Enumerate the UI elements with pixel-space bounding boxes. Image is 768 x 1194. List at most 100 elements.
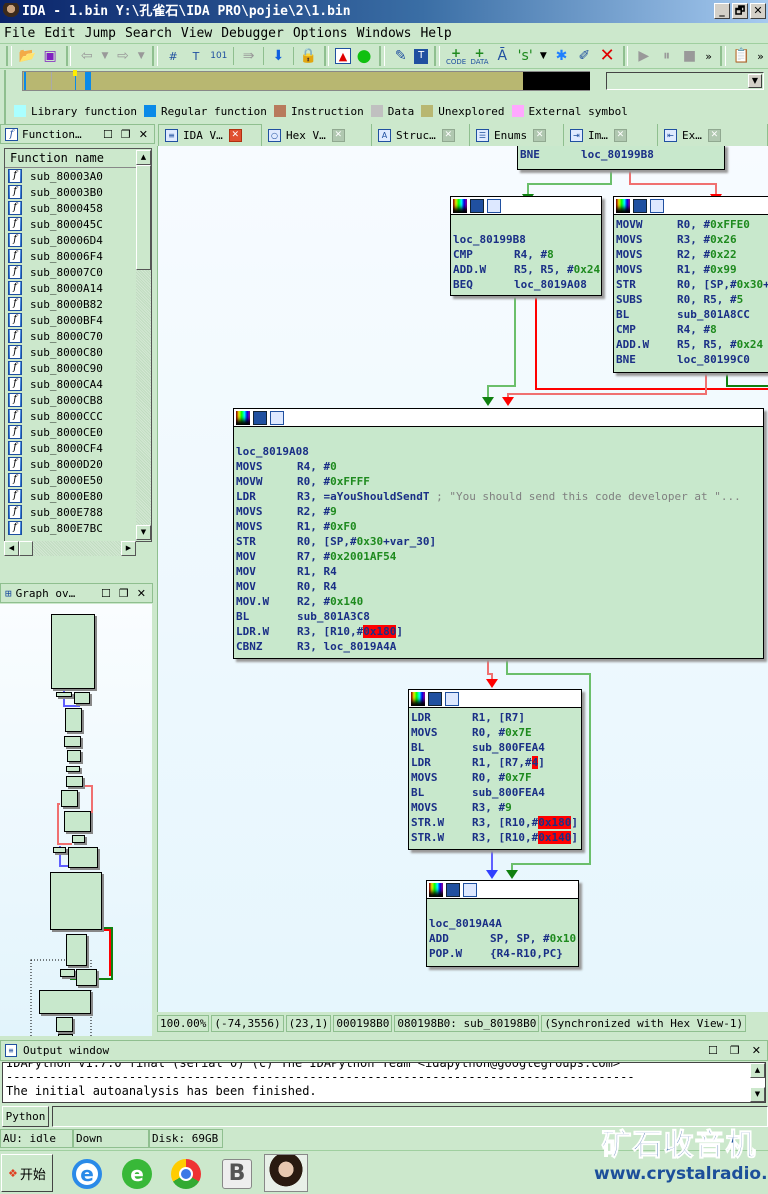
edit-block-icon[interactable] (470, 198, 484, 213)
menu-windows[interactable]: Windows (357, 26, 412, 41)
maximize-icon[interactable]: ☐ (708, 1044, 718, 1057)
function-list-item[interactable]: f sub_80003B0 (5, 184, 151, 200)
function-list-item[interactable]: f sub_8000BF4 (5, 312, 151, 328)
search-text-icon[interactable]: T (187, 46, 206, 66)
instruction-line[interactable]: LDR R3, =aYouShouldSendT ; "You should se… (236, 489, 761, 504)
function-list-item[interactable]: f sub_80006D4 (5, 232, 151, 248)
column-header-function-name[interactable]: Function name (5, 149, 137, 168)
function-list-item[interactable]: f sub_8000CE0 (5, 424, 151, 440)
scroll-down-icon[interactable]: ▼ (136, 525, 151, 540)
palette-icon[interactable] (453, 198, 467, 213)
warning-icon[interactable]: ▲ (335, 48, 351, 64)
group-nodes-icon[interactable] (487, 198, 501, 213)
edit-icon[interactable]: ✎ (391, 46, 410, 66)
instruction-line[interactable]: MOVS R3, #0x26 (616, 232, 768, 247)
instruction-line[interactable]: BL sub_800FEA4 (411, 740, 579, 755)
function-list-item[interactable]: f sub_800E788 (5, 504, 151, 520)
instruction-line[interactable]: CBNZ R3, loc_8019A4A (236, 639, 761, 654)
instruction-line[interactable]: LDR.W R3, [R10,#0x180] (236, 624, 761, 639)
pause-icon[interactable]: ⏸ (657, 46, 676, 66)
instruction-line[interactable]: MOV R0, R4 (236, 579, 761, 594)
instruction-line[interactable]: CMP R4, #8 (616, 322, 768, 337)
internet-explorer-icon[interactable]: e (72, 1159, 102, 1189)
toolbar-grip[interactable] (6, 46, 12, 66)
toolbar-grip[interactable] (323, 46, 330, 66)
instruction-line[interactable]: ADD SP, SP, #0x10 (429, 931, 576, 946)
instruction-line[interactable]: SUBS R0, R5, #5 (616, 292, 768, 307)
instruction-line[interactable]: BL sub_801A8CC (616, 307, 768, 322)
graph-overview[interactable] (0, 604, 152, 1036)
function-list-item[interactable]: f sub_800E7BC (5, 520, 151, 536)
function-list-item[interactable]: f sub_8000CCC (5, 408, 151, 424)
close-tab-icon[interactable]: ✕ (613, 128, 627, 142)
float-icon[interactable]: ❐ (730, 1044, 740, 1057)
segment-combo[interactable]: ▼ (606, 72, 764, 90)
function-list-item[interactable]: f sub_8000CF4 (5, 440, 151, 456)
tab-imports[interactable]: ⇥ Im… ✕ (564, 124, 658, 146)
code-block-loc-8019a08[interactable]: loc_8019A08 MOVS R4, #0 MOVW R0, #0xFFFF LDR R… (233, 408, 764, 659)
function-list-item[interactable]: f sub_8000C70 (5, 328, 151, 344)
python-button[interactable]: Python (2, 1106, 49, 1127)
function-list-item[interactable]: f sub_8000C90 (5, 360, 151, 376)
save-icon[interactable]: ▣ (41, 46, 60, 66)
restore-button[interactable]: 🗗 (732, 3, 748, 19)
highlighted-operand[interactable]: 0x180 (538, 816, 572, 829)
function-list-item[interactable]: f sub_8000C80 (5, 344, 151, 360)
highlighted-operand[interactable]: 0x140 (538, 831, 572, 844)
more-icon[interactable]: » (703, 46, 714, 66)
close-tab-icon[interactable]: ✕ (441, 128, 455, 142)
scroll-down-icon[interactable]: ▼ (750, 1087, 765, 1102)
palette-icon[interactable] (236, 410, 250, 425)
instruction-line[interactable]: MOV R7, #0x2001AF54 (236, 549, 761, 564)
python-input[interactable] (52, 1106, 768, 1127)
close-button[interactable]: ✕ (750, 3, 766, 19)
group-nodes-icon[interactable] (650, 198, 664, 213)
function-list-item[interactable]: f sub_800045C (5, 216, 151, 232)
scroll-up-icon[interactable]: ▲ (136, 150, 151, 165)
instruction-line[interactable]: MOVS R2, #9 (236, 504, 761, 519)
tab-exports[interactable]: ⇤ Ex… ✕ (658, 124, 768, 146)
edit-block-icon[interactable] (428, 691, 442, 706)
location-label[interactable]: loc_8019A08 (236, 444, 761, 459)
menu-view[interactable]: View (181, 26, 212, 41)
instruction-line[interactable]: MOV R1, R4 (236, 564, 761, 579)
nav-grip[interactable] (4, 70, 10, 130)
close-tab-icon[interactable]: ✕ (331, 128, 345, 142)
close-tab-icon[interactable]: ✕ (533, 128, 547, 142)
forward-dropdown-icon[interactable]: ▼ (136, 46, 145, 66)
instruction-line[interactable]: BL sub_800FEA4 (411, 785, 579, 800)
search-immediate-icon[interactable]: 101 (209, 46, 228, 66)
instruction-line[interactable]: STR.W R3, [R10,#0x140] (411, 830, 579, 845)
navigation-band[interactable] (22, 70, 590, 91)
location-label[interactable]: loc_80199B8 (453, 232, 599, 247)
tab-hex-view[interactable]: ○ Hex V… ✕ (262, 124, 372, 146)
instruction-line[interactable]: MOVS R0, #0x7E (411, 725, 579, 740)
rename-icon[interactable]: ✐ (575, 46, 594, 66)
string-dropdown-icon[interactable]: ▼ (539, 46, 548, 66)
function-list-item[interactable]: f sub_8000E80 (5, 488, 151, 504)
toolbar-grip[interactable] (434, 46, 441, 66)
play-icon[interactable]: ▶ (634, 46, 653, 66)
maximize-icon[interactable]: ☐ (101, 587, 111, 600)
notes-icon[interactable]: 📋 (732, 46, 751, 66)
function-list-item[interactable]: f sub_80007C0 (5, 264, 151, 280)
security-icon[interactable]: 🔒 (299, 46, 318, 66)
tab-structures[interactable]: A Struc… ✕ (372, 124, 470, 146)
back-dropdown-icon[interactable]: ▼ (100, 46, 109, 66)
portrait-app-icon[interactable] (264, 1154, 308, 1192)
toolbar-grip[interactable] (720, 46, 727, 66)
instruction-line[interactable]: MOVW R0, #0xFFE0 (616, 217, 768, 232)
instruction-line[interactable]: BL sub_801A3C8 (236, 609, 761, 624)
create-ascii-icon[interactable]: Ā (493, 46, 512, 66)
scroll-thumb[interactable] (19, 541, 33, 556)
toolbar-grip[interactable] (622, 46, 629, 66)
menu-debugger[interactable]: Debugger (221, 26, 284, 41)
maximize-icon[interactable]: ☐ (103, 128, 113, 141)
toolbar-grip[interactable] (151, 46, 158, 66)
palette-icon[interactable] (411, 691, 425, 706)
instruction-line[interactable]: LDR R1, [R7] (411, 710, 579, 725)
functions-hscroll[interactable]: ◀ ▶ (4, 541, 136, 556)
menu-search[interactable]: Search (125, 26, 172, 41)
code-block-loc-80199b8[interactable]: loc_80199B8 CMP R4, #8 ADD.W R5, R5, #0x24 BE… (450, 196, 602, 296)
highlighted-operand[interactable]: 0x180 (363, 625, 397, 638)
